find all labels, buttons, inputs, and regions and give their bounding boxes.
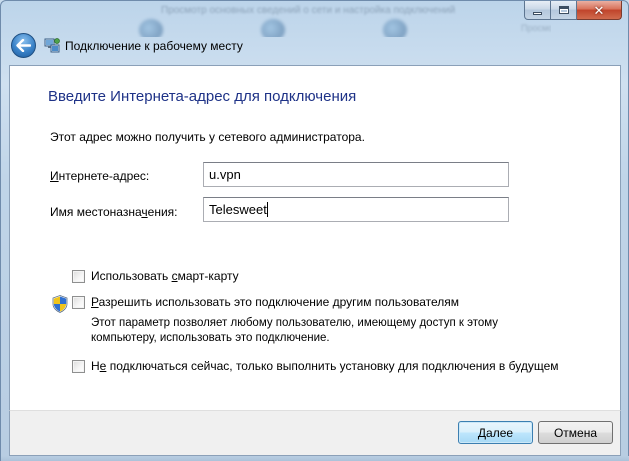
window-frame: Просмотр основных сведений о сети и наст…	[0, 0, 629, 461]
smartcard-checkbox[interactable]	[72, 270, 85, 283]
destination-label-end: ения:	[147, 205, 178, 219]
window-title: Подключение к рабочему месту	[65, 39, 243, 53]
next-button[interactable]: Далее	[458, 421, 533, 444]
destination-label-start: Имя местоназна	[50, 205, 142, 219]
destination-value: Telesweet	[209, 202, 267, 217]
minimize-button[interactable]	[524, 1, 551, 20]
allow-others-description: Этот параметр позволяет любому пользоват…	[91, 317, 499, 344]
smartcard-label-end: март-карту	[177, 269, 239, 283]
allow-others-label-text: азрешить использовать это подключение др…	[98, 295, 460, 309]
next-button-accesskey: Д	[477, 425, 487, 440]
cancel-button[interactable]: Отмена	[538, 421, 613, 444]
connect-later-label-end: подключаться сейчас, только выполнить ус…	[106, 359, 559, 373]
back-button[interactable]	[11, 33, 36, 58]
destination-label: Имя местоназначения:	[50, 205, 177, 219]
connect-later-label-start: Н	[91, 359, 100, 373]
close-icon: ✕	[593, 2, 605, 18]
maximize-icon	[558, 6, 569, 14]
address-value: u.vpn	[209, 167, 241, 182]
intro-text: Этот адрес можно получить у сетевого адм…	[50, 130, 365, 144]
connect-later-label: Не подключаться сейчас, только выполнить…	[91, 359, 559, 373]
address-label-accesskey: И	[50, 169, 59, 183]
wizard-page: Введите Интернета-адрес для подключения …	[9, 65, 621, 410]
connect-later-checkbox-row[interactable]: Не подключаться сейчас, только выполнить…	[72, 359, 559, 373]
network-connection-icon	[44, 38, 60, 53]
caption-buttons: ✕	[524, 1, 622, 20]
wizard-footer: Далее Отмена	[9, 410, 621, 456]
smartcard-checkbox-row[interactable]: Использовать смарт-карту	[72, 269, 239, 283]
blurred-icon	[261, 19, 285, 37]
smartcard-label-start: Использовать	[91, 269, 172, 283]
background-window-ghost: Просмотр основных сведений о сети и наст…	[61, 1, 551, 37]
allow-others-label-accesskey: Р	[91, 295, 99, 309]
blurred-icon	[139, 19, 163, 37]
background-text-2: Просмотр полной карты	[521, 23, 551, 33]
background-text: Просмотр основных сведений о сети и наст…	[161, 5, 456, 16]
back-arrow-icon	[16, 39, 31, 52]
allow-others-label: Разрешить использовать это подключение д…	[91, 295, 459, 309]
uac-shield-icon	[52, 295, 68, 313]
allow-others-checkbox[interactable]	[72, 296, 85, 309]
close-button[interactable]: ✕	[577, 1, 622, 20]
smartcard-label: Использовать смарт-карту	[91, 269, 239, 283]
text-caret	[266, 202, 268, 217]
page-heading: Введите Интернета-адрес для подключения	[48, 88, 357, 105]
destination-input[interactable]: Telesweet	[203, 197, 509, 222]
connect-later-checkbox[interactable]	[72, 360, 85, 373]
blurred-icon	[383, 19, 407, 37]
address-label: Интернете-адрес:	[50, 169, 149, 183]
maximize-button[interactable]	[551, 1, 577, 20]
minimize-icon	[533, 11, 542, 15]
address-input[interactable]: u.vpn	[203, 162, 509, 187]
window-bottom-border	[1, 456, 629, 461]
next-button-label: алее	[486, 425, 514, 440]
address-label-text: нтернете-адрес:	[58, 169, 150, 183]
allow-others-checkbox-row[interactable]: Разрешить использовать это подключение д…	[72, 295, 459, 309]
